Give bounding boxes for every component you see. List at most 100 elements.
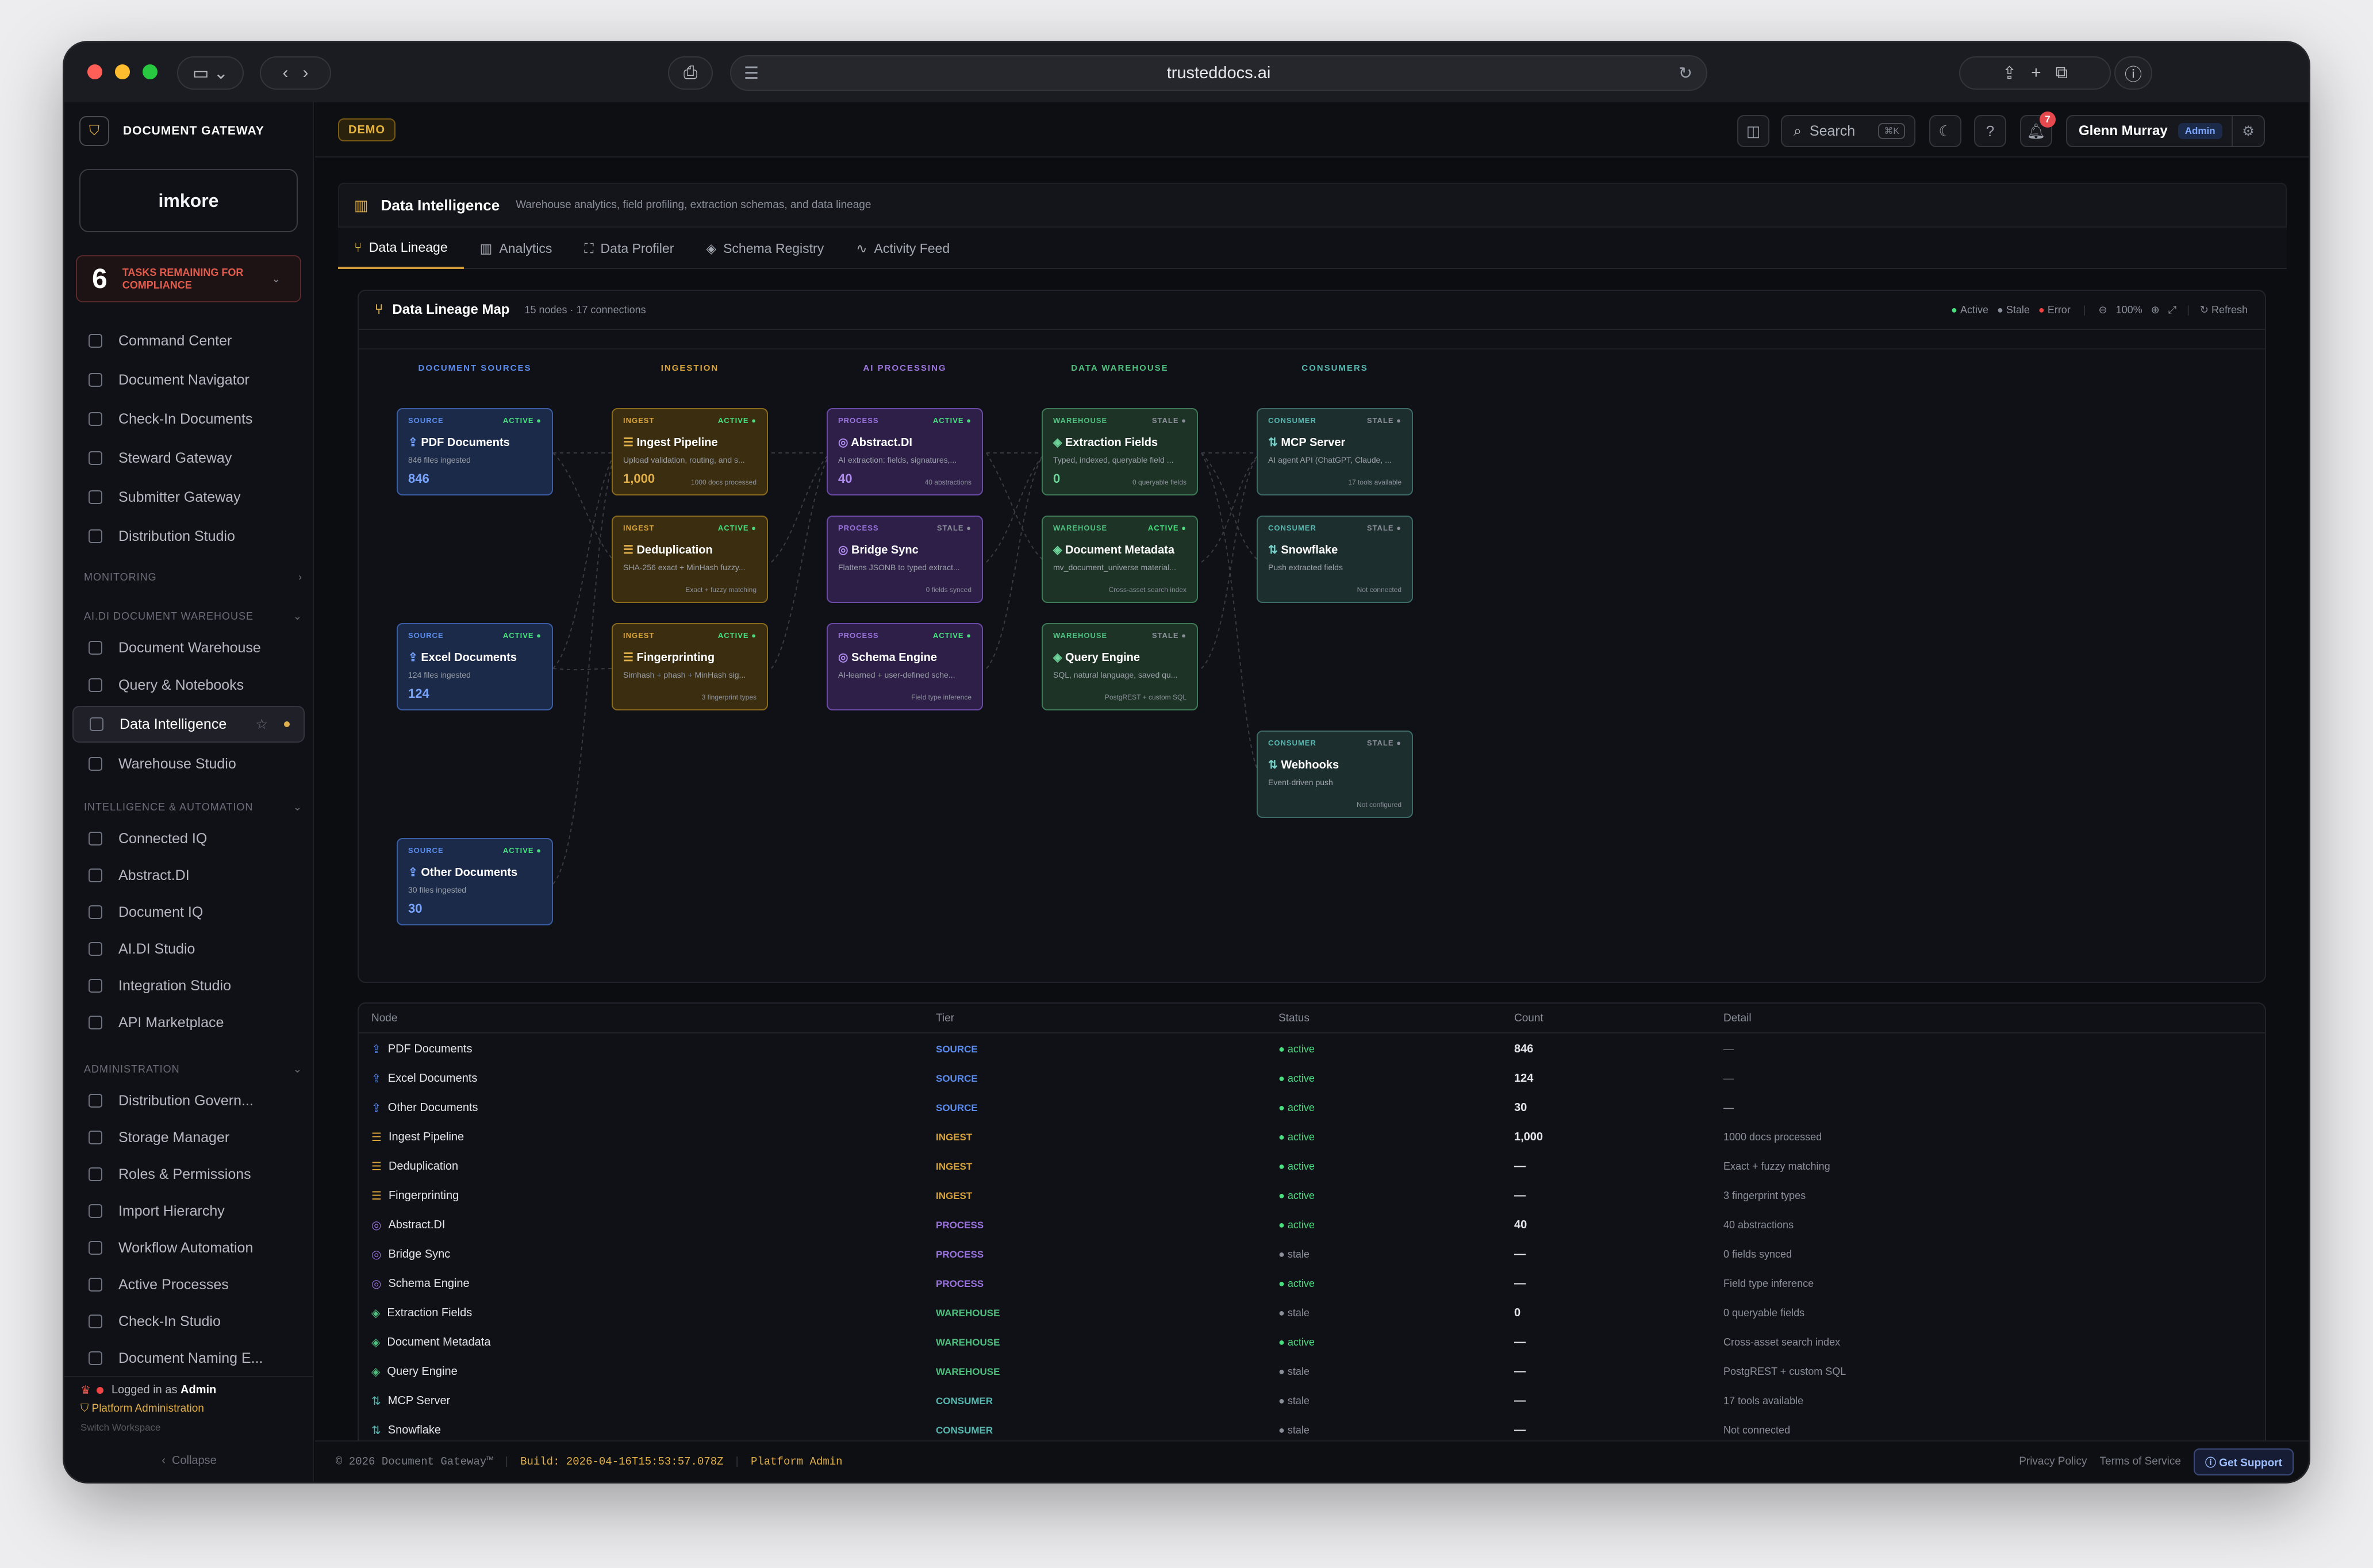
compliance-tasks-banner[interactable]: 6 TASKS REMAINING FOR COMPLIANCE ⌄ (76, 255, 301, 302)
table-row[interactable]: ☰ Deduplication INGEST ● active — Exact + fuz… (359, 1152, 2265, 1181)
lineage-node[interactable]: CONSUMER STALE ● ⇅ MCP Server AI agent AP… (1257, 408, 1413, 495)
lineage-node[interactable]: PROCESS ACTIVE ● ◎ Schema Engine AI-learn… (827, 623, 983, 710)
tab-data-lineage[interactable]: ⑂ Data Lineage (338, 228, 464, 269)
lineage-node[interactable]: PROCESS STALE ● ◎ Bridge Sync Flattens JS… (827, 516, 983, 603)
nav-aidi-studio[interactable]: AI.DI Studio (72, 932, 305, 966)
nav-document-iq[interactable]: Document IQ (72, 896, 305, 929)
table-row[interactable]: ⇪ Other Documents SOURCE ● active 30 — (359, 1093, 2265, 1123)
gear-icon[interactable]: ⚙ (2232, 116, 2264, 146)
cell-status: ● stale (1278, 1248, 1310, 1260)
user-menu[interactable]: Glenn Murray Admin ⚙ (2066, 115, 2265, 147)
assistant-icon[interactable]: ◫ (1737, 115, 1769, 147)
section-administration[interactable]: ADMINISTRATION ⌄ (84, 1063, 302, 1075)
nav-distribution-studio[interactable]: Distribution Studio (72, 520, 305, 553)
tab-activity-feed[interactable]: ∿ Activity Feed (840, 228, 966, 269)
sidebar-toggle-icon[interactable]: ▭ ⌄ (177, 56, 244, 90)
tab-analytics[interactable]: ▥ Analytics (464, 228, 569, 269)
table-row[interactable]: ⇪ Excel Documents SOURCE ● active 124 — (359, 1064, 2265, 1093)
org-logo[interactable]: imkore (79, 169, 298, 232)
nav-distribution-governance[interactable]: Distribution Govern... (72, 1084, 305, 1117)
table-row[interactable]: ◎ Schema Engine PROCESS ● active — Field type… (359, 1269, 2265, 1298)
new-tab-icon[interactable]: + (2031, 63, 2041, 83)
collapse-button[interactable]: ‹ Collapse (64, 1454, 314, 1467)
tab-data-profiler[interactable]: ⛶ Data Profiler (568, 228, 690, 269)
section-intelligence[interactable]: INTELLIGENCE & AUTOMATION ⌄ (84, 801, 302, 813)
table-row[interactable]: ⇪ PDF Documents SOURCE ● active 846 — (359, 1035, 2265, 1064)
nav-query-notebooks[interactable]: Query & Notebooks (72, 668, 305, 702)
nav-abstract-di[interactable]: Abstract.DI (72, 859, 305, 892)
star-icon[interactable]: ☆ (255, 716, 268, 733)
lineage-node[interactable]: INGEST ACTIVE ● ☰ Ingest Pipeline Upload … (612, 408, 768, 495)
lineage-node[interactable]: CONSUMER STALE ● ⇅ Snowflake Push extract… (1257, 516, 1413, 603)
tabs-overview-icon[interactable]: ⧉ (2056, 63, 2068, 83)
lineage-node[interactable]: SOURCE ACTIVE ● ⇪ PDF Documents 846 files… (397, 408, 553, 495)
close-window-button[interactable] (87, 64, 102, 79)
nav-storage-manager[interactable]: Storage Manager (72, 1121, 305, 1154)
table-row[interactable]: ◈ Extraction Fields WAREHOUSE ● stale 0 0 que… (359, 1298, 2265, 1328)
zoom-out-icon[interactable]: ⊖ (2099, 304, 2107, 316)
nav-check-in-documents[interactable]: Check-In Documents (72, 402, 305, 436)
cell-count: 30 (1514, 1101, 1527, 1114)
lineage-node[interactable]: WAREHOUSE ACTIVE ● ◈ Document Metadata mv… (1042, 516, 1198, 603)
nav-document-navigator[interactable]: Document Navigator (72, 363, 305, 397)
lineage-node[interactable]: INGEST ACTIVE ● ☰ Fingerprinting Simhash … (612, 623, 768, 710)
lineage-node[interactable]: WAREHOUSE STALE ● ◈ Extraction Fields Typ… (1042, 408, 1198, 495)
nav-data-intelligence[interactable]: Data Intelligence ☆ (72, 706, 305, 743)
table-row[interactable]: ⇅ MCP Server CONSUMER ● stale — 17 tools avai… (359, 1386, 2265, 1416)
page-settings-icon[interactable]: ☰ (744, 63, 759, 83)
table-row[interactable]: ◎ Abstract.DI PROCESS ● active 40 40 abstract… (359, 1210, 2265, 1240)
section-warehouse[interactable]: AI.DI DOCUMENT WAREHOUSE ⌄ (84, 610, 302, 622)
zoom-in-icon[interactable]: ⊕ (2151, 304, 2160, 316)
nav-workflow-automation[interactable]: Workflow Automation (72, 1231, 305, 1265)
brand-header[interactable]: ⛉ DOCUMENT GATEWAY (79, 112, 309, 151)
nav-submitter-gateway[interactable]: Submitter Gateway (72, 481, 305, 514)
platform-admin-link[interactable]: ⛉ Platform Administration (80, 1402, 204, 1415)
search-button[interactable]: ⌕ Search ⌘K (1781, 115, 1915, 147)
privacy-link[interactable]: Privacy Policy (2019, 1455, 2087, 1468)
table-row[interactable]: ◈ Query Engine WAREHOUSE ● stale — PostgREST … (359, 1357, 2265, 1386)
section-monitoring[interactable]: MONITORING › (84, 571, 302, 583)
nav-label: Document Naming E... (118, 1350, 263, 1366)
nav-roles-permissions[interactable]: Roles & Permissions (72, 1158, 305, 1191)
nav-active-processes[interactable]: Active Processes (72, 1268, 305, 1301)
lineage-node[interactable]: PROCESS ACTIVE ● ◎ Abstract.DI AI extract… (827, 408, 983, 495)
lineage-node[interactable]: CONSUMER STALE ● ⇅ Webhooks Event-driven … (1257, 731, 1413, 818)
nav-steward-gateway[interactable]: Steward Gateway (72, 441, 305, 475)
nav-label: Distribution Studio (118, 528, 235, 544)
table-row[interactable]: ◈ Document Metadata WAREHOUSE ● active — Cros… (359, 1328, 2265, 1357)
refresh-button[interactable]: ↻ Refresh (2200, 304, 2248, 316)
back-forward-icon[interactable]: ‹ › (260, 56, 331, 90)
nav-integration-studio[interactable]: Integration Studio (72, 969, 305, 1002)
nav-connected-iq[interactable]: Connected IQ (72, 822, 305, 855)
nav-import-hierarchy[interactable]: Import Hierarchy (72, 1194, 305, 1228)
lineage-node[interactable]: WAREHOUSE STALE ● ◈ Query Engine SQL, nat… (1042, 623, 1198, 710)
maximize-window-button[interactable] (143, 64, 158, 79)
lineage-node[interactable]: INGEST ACTIVE ● ☰ Deduplication SHA-256 e… (612, 516, 768, 603)
tab-schema-registry[interactable]: ◈ Schema Registry (690, 228, 840, 269)
nav-document-warehouse[interactable]: Document Warehouse (72, 631, 305, 664)
url-bar[interactable]: ☰ trusteddocs.ai ↻ (730, 55, 1707, 91)
fullscreen-icon[interactable]: ⤢ (2168, 304, 2176, 316)
table-row[interactable]: ☰ Fingerprinting INGEST ● active — 3 fingerpr… (359, 1181, 2265, 1210)
nav-warehouse-studio[interactable]: Warehouse Studio (72, 747, 305, 781)
nav-document-naming[interactable]: Document Naming E... (72, 1342, 305, 1375)
terms-link[interactable]: Terms of Service (2099, 1455, 2180, 1468)
moon-icon[interactable]: ☾ (1929, 115, 1961, 147)
table-row[interactable]: ◎ Bridge Sync PROCESS ● stale — 0 fields sync… (359, 1240, 2265, 1269)
info-icon[interactable]: ⓘ (2114, 56, 2152, 90)
help-icon[interactable]: ? (1974, 115, 2006, 147)
nav-command-center[interactable]: Command Center (72, 324, 305, 358)
nav-check-in-studio[interactable]: Check-In Studio (72, 1305, 305, 1338)
table-row[interactable]: ☰ Ingest Pipeline INGEST ● active 1,000 1000 … (359, 1123, 2265, 1152)
share-icon[interactable]: ⇪ (2002, 63, 2017, 83)
bell-icon[interactable]: 🔔︎ 7 (2020, 112, 2056, 147)
lineage-node[interactable]: SOURCE ACTIVE ● ⇪ Other Documents 30 file… (397, 838, 553, 925)
minimize-window-button[interactable] (115, 64, 130, 79)
printer-icon[interactable]: ⎙ (668, 56, 713, 90)
lineage-node[interactable]: SOURCE ACTIVE ● ⇪ Excel Documents 124 fil… (397, 623, 553, 710)
switch-workspace[interactable]: Switch Workspace (80, 1422, 161, 1434)
lineage-controls: ● Active ● Stale ● Error | ⊖ 100% ⊕ ⤢ | … (1951, 303, 2248, 316)
nav-api-marketplace[interactable]: API Marketplace (72, 1006, 305, 1039)
get-support-button[interactable]: ⓘ Get Support (2193, 1448, 2294, 1475)
reload-icon[interactable]: ↻ (1679, 63, 1692, 83)
